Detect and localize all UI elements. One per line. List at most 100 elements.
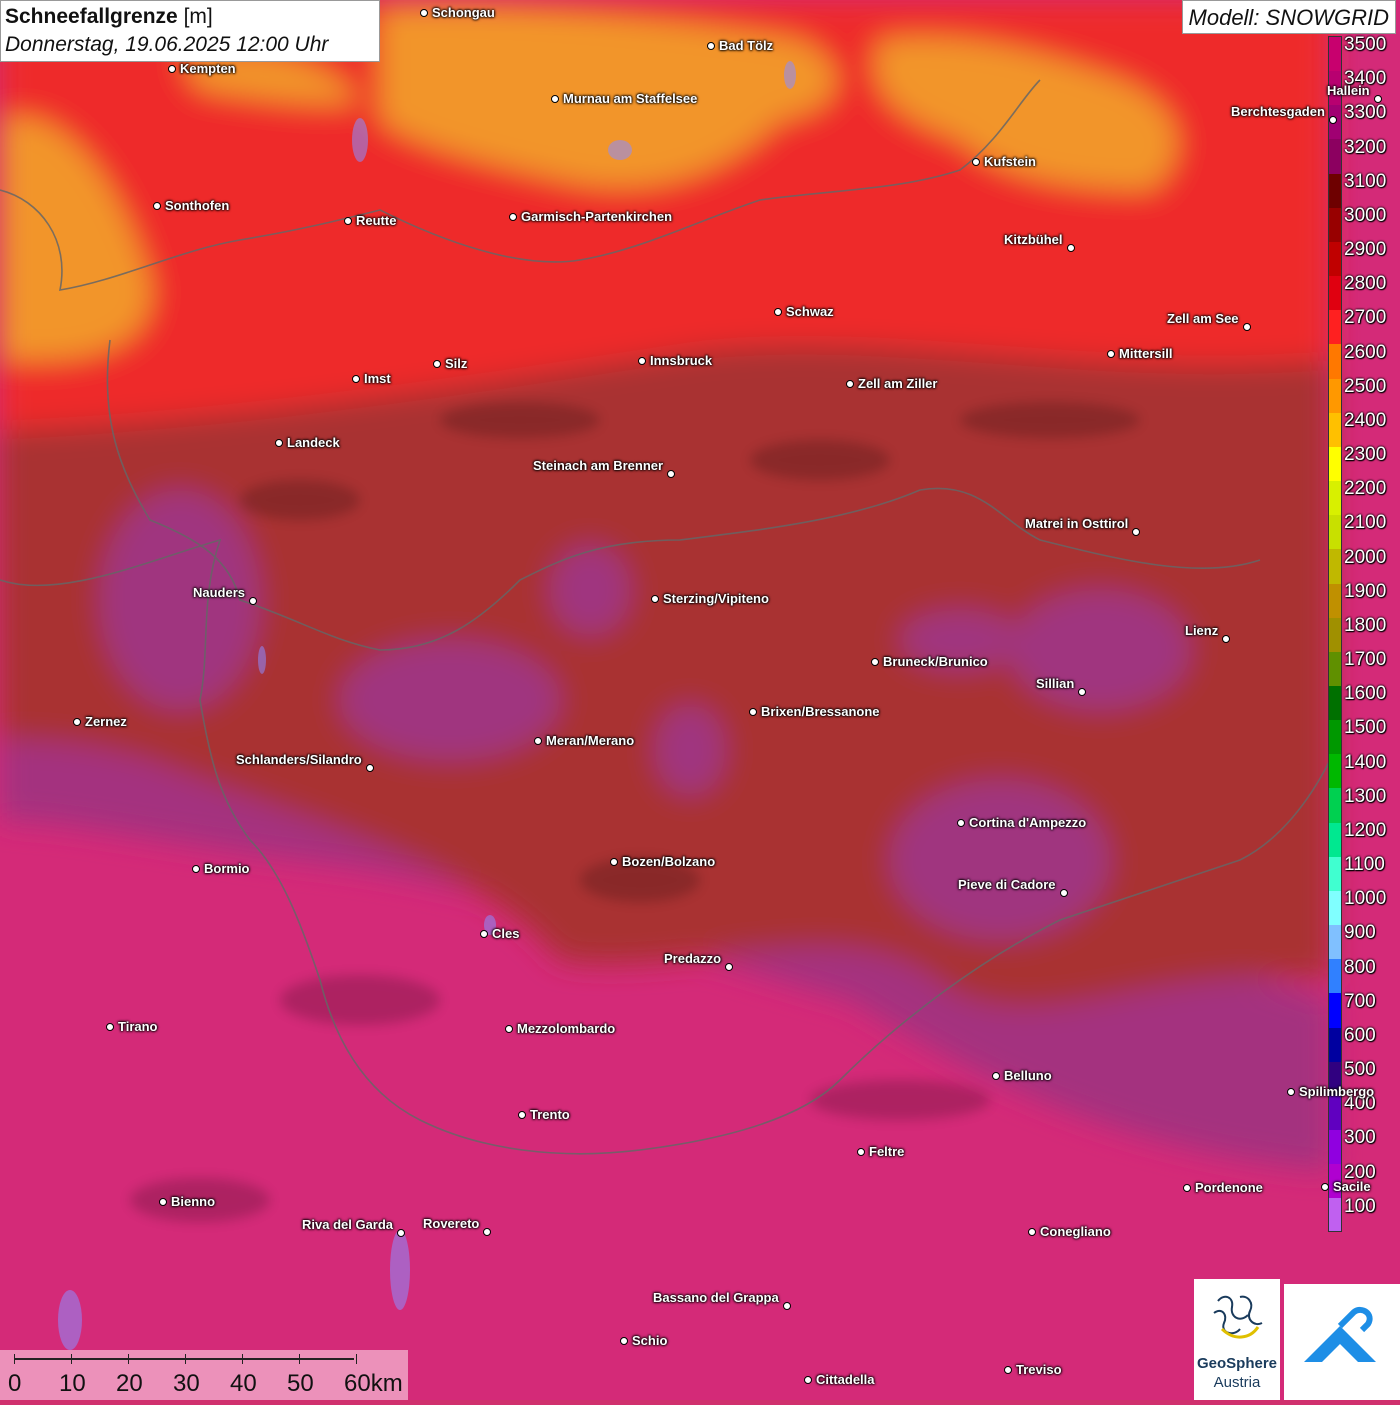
legend-swatch xyxy=(1329,651,1341,686)
city-marker[interactable] xyxy=(168,65,176,73)
city-marker[interactable] xyxy=(518,1111,526,1119)
city-marker[interactable] xyxy=(159,1198,167,1206)
geosphere-text-2: Austria xyxy=(1213,1374,1261,1391)
city-marker[interactable] xyxy=(972,158,980,166)
city-marker[interactable] xyxy=(749,708,757,716)
legend-label: 300 xyxy=(1344,1127,1376,1149)
city-marker[interactable] xyxy=(1287,1088,1295,1096)
city-marker[interactable] xyxy=(1107,350,1115,358)
city-label: Treviso xyxy=(1016,1362,1062,1377)
city-marker[interactable] xyxy=(774,308,782,316)
legend-swatch xyxy=(1329,788,1341,823)
scale-bar: 0 10 20 30 40 50 60km xyxy=(0,1350,408,1400)
legend-swatch xyxy=(1329,856,1341,891)
city-marker[interactable] xyxy=(1374,95,1382,103)
city-marker[interactable] xyxy=(1183,1184,1191,1192)
city-marker[interactable] xyxy=(620,1337,628,1345)
city-label: Kitzbühel xyxy=(1004,232,1063,247)
city-marker[interactable] xyxy=(397,1229,405,1237)
city-marker[interactable] xyxy=(1243,323,1251,331)
city-marker[interactable] xyxy=(249,597,257,605)
city-marker[interactable] xyxy=(1222,635,1230,643)
city-label: Silz xyxy=(445,356,468,371)
city-marker[interactable] xyxy=(1004,1366,1012,1374)
city-marker[interactable] xyxy=(275,439,283,447)
city-marker[interactable] xyxy=(1067,244,1075,252)
city-marker[interactable] xyxy=(483,1228,491,1236)
city-marker[interactable] xyxy=(1329,116,1337,124)
legend-swatch xyxy=(1329,276,1341,311)
city-marker[interactable] xyxy=(192,865,200,873)
city-label: Bassano del Grappa xyxy=(653,1290,779,1305)
city-marker[interactable] xyxy=(804,1376,812,1384)
city-marker[interactable] xyxy=(857,1148,865,1156)
city-marker[interactable] xyxy=(707,42,715,50)
city-marker[interactable] xyxy=(551,95,559,103)
city-label: Kufstein xyxy=(984,154,1036,169)
city-label: Zernez xyxy=(85,714,127,729)
city-marker[interactable] xyxy=(957,819,965,827)
city-marker[interactable] xyxy=(106,1023,114,1031)
city-marker[interactable] xyxy=(509,213,517,221)
city-marker[interactable] xyxy=(610,858,618,866)
legend-swatch xyxy=(1329,1027,1341,1062)
city-marker[interactable] xyxy=(1078,688,1086,696)
legend-label: 2400 xyxy=(1344,409,1387,431)
map-title: Schneefallgrenze [m] xyxy=(5,3,375,31)
geosphere-logo[interactable]: GeoSphere Austria xyxy=(1194,1279,1280,1400)
legend-label: 1700 xyxy=(1344,649,1387,671)
scale-tick xyxy=(242,1354,243,1364)
legend-label: 1400 xyxy=(1344,751,1387,773)
city-marker[interactable] xyxy=(1028,1228,1036,1236)
scale-tick xyxy=(128,1354,129,1364)
city-marker[interactable] xyxy=(352,375,360,383)
city-label: Cles xyxy=(492,926,520,941)
city-label: Kempten xyxy=(180,61,236,76)
city-marker[interactable] xyxy=(1060,889,1068,897)
legend-swatch xyxy=(1329,993,1341,1028)
city-marker[interactable] xyxy=(366,764,374,772)
city-marker[interactable] xyxy=(505,1025,513,1033)
app-logo[interactable] xyxy=(1284,1284,1400,1400)
city-label: Murnau am Staffelsee xyxy=(563,91,698,106)
city-label: Cortina d'Ampezzo xyxy=(969,815,1087,830)
city-marker[interactable] xyxy=(667,470,675,478)
city-marker[interactable] xyxy=(783,1302,791,1310)
city-marker[interactable] xyxy=(992,1072,1000,1080)
city-label: Sacile xyxy=(1333,1179,1371,1194)
model-label: Modell: SNOWGRID xyxy=(1181,0,1396,34)
city-label: Garmisch-Partenkirchen xyxy=(521,209,673,224)
scale-label: 30 xyxy=(173,1370,200,1397)
legend-label: 3500 xyxy=(1344,34,1387,55)
city-marker[interactable] xyxy=(344,217,352,225)
city-marker[interactable] xyxy=(480,930,488,938)
scale-label: 60km xyxy=(344,1370,403,1397)
legend-label: 1100 xyxy=(1344,854,1385,876)
legend-label: 1200 xyxy=(1344,819,1387,841)
legend-colorbar xyxy=(1328,36,1342,1232)
city-marker[interactable] xyxy=(433,360,441,368)
legend-label: 3200 xyxy=(1344,136,1387,158)
city-marker[interactable] xyxy=(73,718,81,726)
city-marker[interactable] xyxy=(871,658,879,666)
city-marker[interactable] xyxy=(420,9,428,17)
scale-label: 10 xyxy=(59,1370,86,1397)
legend-swatch xyxy=(1329,720,1341,755)
title-main: Schneefallgrenze xyxy=(5,5,178,28)
legend-swatch xyxy=(1329,344,1341,379)
scale-label: 0 xyxy=(8,1370,22,1397)
city-marker[interactable] xyxy=(1132,528,1140,536)
city-marker[interactable] xyxy=(534,737,542,745)
title-unit: [m] xyxy=(183,5,213,28)
city-label: Predazzo xyxy=(664,951,722,966)
legend-swatch xyxy=(1329,139,1341,174)
city-marker[interactable] xyxy=(846,380,854,388)
city-label: Sterzing/Vipiteno xyxy=(663,591,769,606)
scale-label: 40 xyxy=(230,1370,257,1397)
city-marker[interactable] xyxy=(725,963,733,971)
city-marker[interactable] xyxy=(153,202,161,210)
legend-label: 1000 xyxy=(1344,888,1387,910)
city-marker[interactable] xyxy=(651,595,659,603)
city-marker[interactable] xyxy=(1321,1183,1329,1191)
city-marker[interactable] xyxy=(638,357,646,365)
